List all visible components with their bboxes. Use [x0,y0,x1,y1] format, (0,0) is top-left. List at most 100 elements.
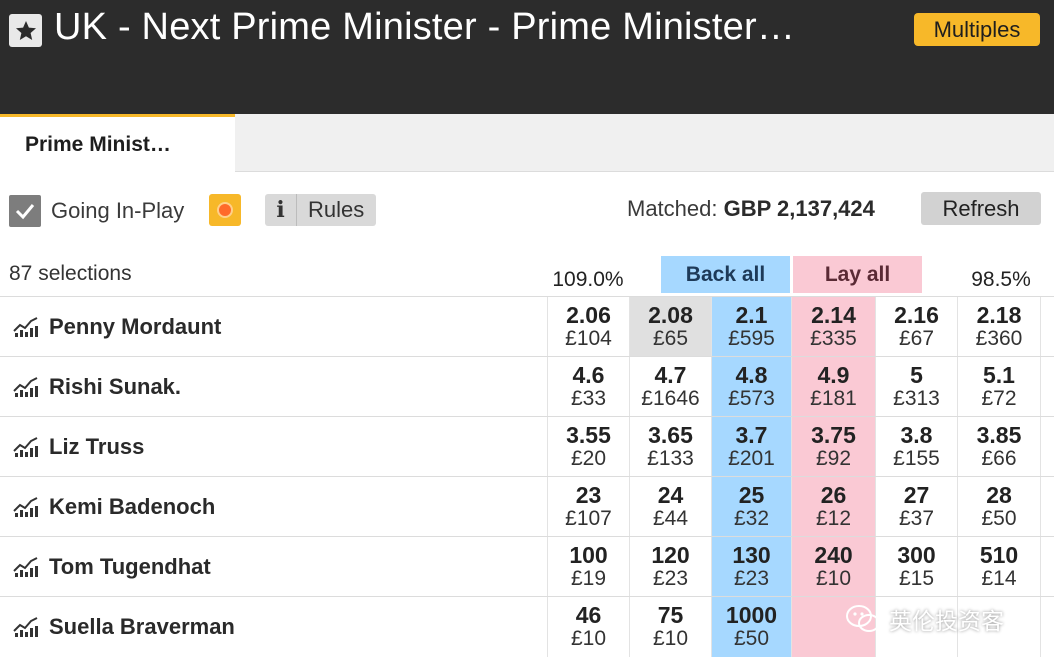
odds-price: 1000 [725,602,778,628]
price-cell-back-2[interactable]: 3.65 £133 [629,417,711,477]
odds-price: 75 [657,602,684,628]
price-cell-best-back[interactable]: 2.1 £595 [711,297,791,357]
price-cell-back-3[interactable]: 4.6 £33 [547,357,629,417]
odds-price: 4.7 [654,362,687,388]
available-amount: £133 [647,447,694,470]
odds-price: 23 [575,482,602,508]
available-amount: £37 [898,507,935,530]
star-icon [15,20,36,40]
available-amount: £104 [565,327,612,350]
price-cell-best-lay[interactable]: 240 £10 [791,537,875,597]
lay-all-button[interactable]: Lay all [793,256,922,293]
price-cell-back-2[interactable]: 4.7 £1646 [629,357,711,417]
available-amount: £15 [898,567,935,590]
runner-info[interactable]: Tom Tugendhat [12,537,211,597]
runner-info[interactable]: Rishi Sunak. [12,357,181,417]
tab-bar: Prime Minist… [0,114,1054,173]
multiples-badge[interactable]: Multiples [914,13,1040,46]
odds-price: 100 [569,542,608,568]
available-amount: £50 [981,507,1017,530]
available-amount: £107 [565,507,612,530]
rules-label: Rules [308,197,365,222]
back-all-button[interactable]: Back all [661,256,790,293]
tab-label: Prime Minist… [25,133,171,156]
price-cell-best-back[interactable]: 3.7 £201 [711,417,791,477]
price-cell-back-3[interactable]: 100 £19 [547,537,629,597]
price-cell-back-2[interactable]: 120 £23 [629,537,711,597]
odds-price: 130 [732,542,771,568]
odds-price: 28 [986,482,1012,508]
price-cell-lay-2[interactable]: 27 £37 [875,477,957,537]
runner-name: Rishi Sunak. [49,374,182,399]
price-cell-lay-3[interactable]: 5.1 £72 [957,357,1041,417]
price-cell-back-3[interactable]: 23 £107 [547,477,629,537]
lay-overround: 98.5% [971,268,1031,291]
odds-price: 2.16 [894,302,939,328]
price-cell-lay-3[interactable]: 2.18 £360 [957,297,1041,357]
going-inplay-label: Going In-Play [51,198,185,223]
chart-icon [13,557,38,577]
odds-price: 4.6 [572,362,605,388]
available-amount: £335 [810,327,857,350]
price-cell-lay-3[interactable]: 28 £50 [957,477,1041,537]
price-cell-best-back[interactable]: 130 £23 [711,537,791,597]
runner-info[interactable]: Penny Mordaunt [12,297,221,357]
price-cell-lay-2[interactable]: 3.8 £155 [875,417,957,477]
price-cell-back-3[interactable]: 46 £10 [547,597,629,657]
odds-price: 5.1 [983,362,1015,388]
chart-icon [13,317,38,337]
available-amount: £23 [652,567,689,590]
odds-price: 2.1 [735,302,768,328]
available-amount: £19 [570,567,607,590]
info-icon: i [265,194,297,226]
price-cell-best-lay[interactable]: 4.9 £181 [791,357,875,417]
odds-price: 3.65 [648,422,693,448]
back-overround: 109.0% [552,268,624,291]
watermark-text: 英伦投资客 [889,608,1004,634]
available-amount: £50 [733,627,770,650]
price-cell-back-2[interactable]: 75 £10 [629,597,711,657]
refresh-button[interactable]: Refresh [921,192,1041,225]
price-cell-back-3[interactable]: 2.06 £104 [547,297,629,357]
price-cell-back-3[interactable]: 3.55 £20 [547,417,629,477]
available-amount: £65 [652,327,689,350]
rules-button[interactable]: i Rules [265,194,376,226]
available-amount: £10 [570,627,607,650]
odds-price: 46 [575,602,602,628]
price-cell-best-lay[interactable]: 2.14 £335 [791,297,875,357]
going-inplay-checkbox[interactable] [9,195,41,227]
available-amount: £72 [981,387,1017,410]
price-cell-lay-2[interactable]: 2.16 £67 [875,297,957,357]
price-cell-lay-3[interactable]: 3.85 £66 [957,417,1041,477]
runner-name: Penny Mordaunt [49,314,222,339]
price-cell-best-back[interactable]: 25 £32 [711,477,791,537]
price-cell-back-2[interactable]: 24 £44 [629,477,711,537]
available-amount: £14 [981,567,1017,590]
tab-prime-minister[interactable]: Prime Minist… [0,114,235,173]
price-cell-back-2[interactable]: 2.08 £65 [629,297,711,357]
runner-info[interactable]: Liz Truss [12,417,144,477]
favourite-star-button[interactable] [9,14,42,47]
price-cell-best-lay[interactable]: 26 £12 [791,477,875,537]
available-amount: £12 [815,507,852,530]
odds-price: 3.75 [811,422,856,448]
price-cell-lay-3[interactable]: 510 £14 [957,537,1041,597]
runner-row: Tom Tugendhat 100 £19 120 £23 130 £23 240 £10 300… [0,536,1054,597]
available-amount: £67 [898,327,935,350]
odds-price: 510 [979,542,1019,568]
runner-info[interactable]: Suella Braverman [12,597,235,657]
odds-price: 26 [820,482,847,508]
price-cell-best-lay[interactable]: 3.75 £92 [791,417,875,477]
price-cell-lay-2[interactable]: 300 £15 [875,537,957,597]
available-amount: £92 [815,447,852,470]
runner-row: Liz Truss 3.55 £20 3.65 £133 3.7 £201 3.75 £92 3.… [0,416,1054,477]
available-amount: £33 [570,387,607,410]
price-cell-lay-2[interactable]: 5 £313 [875,357,957,417]
price-cell-best-back[interactable]: 4.8 £573 [711,357,791,417]
chart-icon [13,437,38,457]
odds-price: 25 [738,482,765,508]
price-cell-best-back[interactable]: 1000 £50 [711,597,791,657]
runner-info[interactable]: Kemi Badenoch [12,477,215,537]
chart-icon [13,497,38,517]
odds-price: 2.08 [648,302,693,328]
